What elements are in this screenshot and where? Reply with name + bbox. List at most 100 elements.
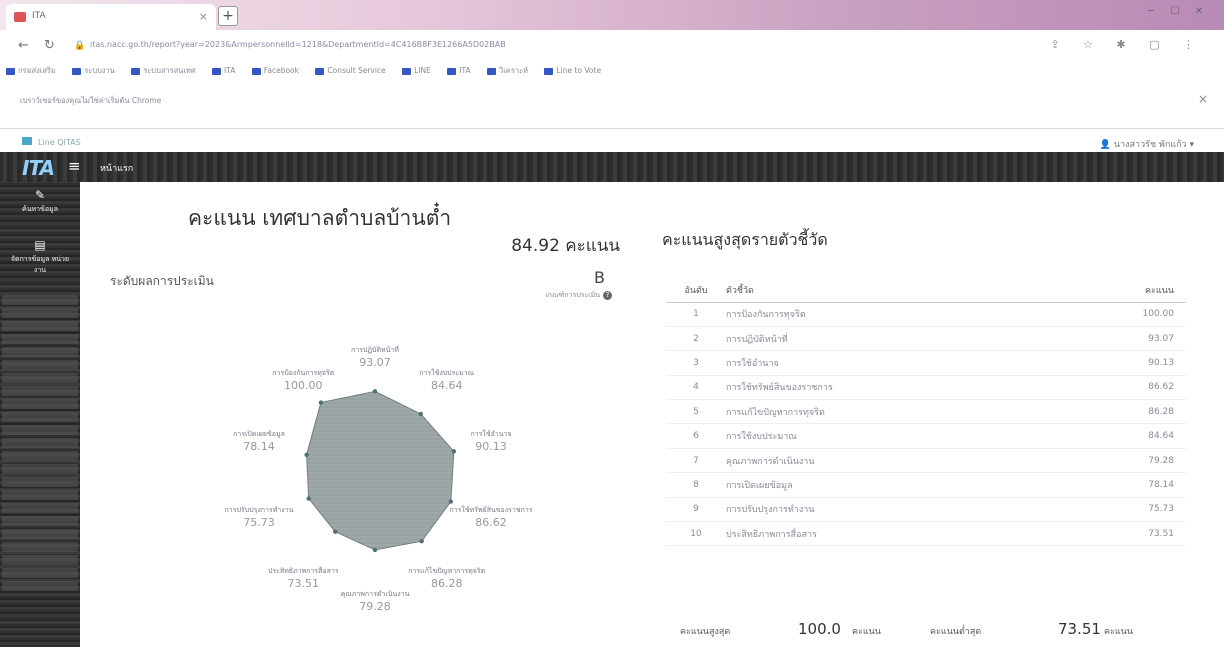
criteria-link[interactable]: เกณฑ์การประเมิน?: [545, 290, 612, 301]
favicon-icon: [14, 12, 26, 22]
sidebar-item-search[interactable]: ✎ ค้นหาข้อมูล: [8, 188, 72, 215]
radar-point[interactable]: [333, 529, 338, 534]
rank-cell: 4: [666, 375, 726, 401]
rank-cell: 2: [666, 326, 726, 352]
line-link[interactable]: Line QITAS: [22, 137, 81, 147]
back-icon[interactable]: ←: [18, 38, 29, 53]
bookmark-item[interactable]: Consult Service: [315, 66, 386, 75]
rank-cell: 3: [666, 350, 726, 376]
bookmark-item[interactable]: Line to Vote: [544, 66, 601, 75]
indicator-cell: การปรับปรุงการทำงาน: [726, 497, 1053, 523]
score-cell: 78.14: [1052, 472, 1186, 498]
table-row: 1 การป้องกันการทุจริต 100.00: [666, 302, 1186, 327]
browser-tab[interactable]: ITA ×: [6, 4, 216, 30]
indicator-cell: การใช้ทรัพย์สินของราชการ: [726, 375, 1053, 401]
radar-label-name: การป้องกันการทุจริต: [272, 369, 335, 378]
rank-cell: 6: [666, 423, 726, 449]
radar-label-value: 86.62: [475, 515, 507, 529]
level-label: ระดับผลการประเมิน: [110, 274, 214, 288]
help-icon[interactable]: ?: [603, 291, 612, 300]
notice-text: เบราว์เซอร์ของคุณไม่ใช่ค่าเริ่มต้น Chrom…: [20, 96, 162, 105]
ranking-table: อันดับ ตัวชี้วัด คะแนน 1 การป้องกันการทุจ…: [666, 278, 1186, 547]
radar-point[interactable]: [448, 499, 453, 504]
min-label: คะแนนต่ำสุด: [930, 627, 982, 637]
indicator-cell: การปฏิบัติหน้าที่: [726, 326, 1053, 352]
rank-cell: 9: [666, 497, 726, 523]
sidebar-item-label: ค้นหาข้อมูล: [22, 205, 58, 213]
maximize-icon[interactable]: ☐: [1166, 6, 1184, 22]
radar-label: ประสิทธิภาพการสื่อสาร 73.51: [258, 566, 348, 590]
window-close-icon[interactable]: ✕: [1190, 6, 1208, 22]
table-header-row: อันดับ ตัวชี้วัด คะแนน: [666, 278, 1186, 303]
app-navbar: ITA ≡ หน้าแรก: [0, 152, 1224, 182]
minimize-icon[interactable]: ─: [1142, 6, 1160, 22]
sidebar-item-manage[interactable]: ▤ จัดการข้อมูล หน่วยงาน: [8, 238, 72, 276]
indicator-cell: การเปิดเผยข้อมูล: [726, 472, 1053, 498]
url-field[interactable]: itas.nacc.go.th/report?year=2023&Armpers…: [90, 40, 990, 49]
new-tab-button[interactable]: +: [218, 6, 238, 26]
radar-point[interactable]: [372, 547, 378, 553]
col-score-header: คะแนน: [1052, 278, 1186, 303]
notice-close-icon[interactable]: ×: [1198, 92, 1208, 106]
radar-label-name: การแก้ไขปัญหาการทุจริต: [408, 566, 486, 575]
radar-label: การเปิดเผยข้อมูล 78.14: [214, 429, 304, 453]
radar-point[interactable]: [372, 389, 378, 394]
toolbar-icons[interactable]: ⇪ ☆ ✱ ▢ ⋮: [1050, 38, 1204, 51]
radar-label-value: 90.13: [475, 440, 507, 454]
ranking-title: คะแนนสูงสุดรายตัวชี้วัด: [662, 230, 828, 249]
bookmark-item[interactable]: LINE: [402, 66, 431, 75]
table-row: 3 การใช้อำนาจ 90.13: [666, 350, 1186, 376]
max-label: คะแนนสูงสุด: [680, 627, 731, 637]
bookmark-item[interactable]: ITA: [212, 66, 235, 75]
max-unit: คะแนน: [852, 627, 881, 637]
table-row: 5 การแก้ไขปัญหาการทุจริต 86.28: [666, 399, 1186, 425]
rank-cell: 8: [666, 472, 726, 498]
sidebar: ✎ ค้นหาข้อมูล ▤ จัดการข้อมูล หน่วยงาน: [0, 182, 80, 647]
table-row: 10 ประสิทธิภาพการสื่อสาร 73.51: [666, 521, 1186, 547]
table-row: 6 การใช้งบประมาณ 84.64: [666, 423, 1186, 449]
score-cell: 86.62: [1052, 375, 1186, 401]
radar-label: การใช้อำนาจ 90.13: [446, 429, 536, 453]
level-grade: B: [594, 268, 605, 287]
bookmark-item[interactable]: กรมส่งเสริม: [6, 65, 56, 77]
bookmarks-bar: กรมส่งเสริม ระบบงาน ระบบสารสนเทศ ITA Fac…: [0, 60, 1224, 82]
radar-point[interactable]: [418, 411, 423, 417]
indicator-cell: การป้องกันการทุจริต: [726, 302, 1053, 327]
radar-label-value: 93.07: [359, 356, 391, 369]
radar-label-name: การปฏิบัติหน้าที่: [350, 346, 399, 354]
radar-label-name: การใช้งบประมาณ: [419, 369, 475, 378]
bookmark-item[interactable]: วิเคราะห์: [487, 65, 528, 77]
min-unit: คะแนน: [1104, 627, 1133, 637]
reload-icon[interactable]: ↻: [44, 38, 55, 53]
radar-label-value: 100.00: [284, 379, 323, 393]
bookmark-item[interactable]: Facebook: [251, 66, 299, 75]
radar-point[interactable]: [318, 400, 324, 405]
radar-point[interactable]: [419, 539, 424, 544]
min-value: 73.51: [1058, 620, 1101, 638]
radar-point[interactable]: [306, 496, 311, 501]
radar-label: การใช้ทรัพย์สินของราชการ 86.62: [446, 505, 536, 529]
bookmark-item[interactable]: ระบบงาน: [72, 65, 115, 77]
radar-label-value: 78.14: [243, 440, 275, 454]
tab-close-icon[interactable]: ×: [199, 10, 208, 23]
radar-label-name: การปรับปรุงการทำงาน: [224, 505, 294, 514]
sidebar-blurred-rows: [2, 292, 78, 594]
ita-logo[interactable]: ITA: [22, 156, 55, 180]
nav-home-link[interactable]: หน้าแรก: [100, 161, 133, 175]
table-row: 2 การปฏิบัติหน้าที่ 93.07: [666, 326, 1186, 352]
bookmark-item[interactable]: ITA: [447, 66, 471, 75]
score-panel: คะแนน เทศบาลตำบลบ้านต๋ำ 84.92 คะแนน ระดั…: [80, 182, 640, 647]
radar-point[interactable]: [304, 452, 309, 457]
menu-icon[interactable]: ≡: [68, 157, 81, 175]
radar-label-name: การใช้ทรัพย์สินของราชการ: [449, 505, 533, 514]
radar-label: การปรับปรุงการทำงาน 75.73: [214, 505, 304, 529]
user-menu[interactable]: 👤 นางสาวรัช พักแก้ว ▾: [1100, 137, 1194, 151]
radar-label-name: ประสิทธิภาพการสื่อสาร: [267, 566, 339, 575]
sidebar-item-label: จัดการข้อมูล หน่วยงาน: [10, 255, 70, 274]
radar-label-value: 75.73: [243, 515, 275, 529]
bookmark-item[interactable]: ระบบสารสนเทศ: [131, 65, 196, 77]
rank-cell: 5: [666, 399, 726, 425]
radar-label-name: การเปิดเผยข้อมูล: [233, 430, 285, 439]
tab-title: ITA: [32, 11, 46, 21]
col-rank-header: อันดับ: [666, 278, 726, 303]
